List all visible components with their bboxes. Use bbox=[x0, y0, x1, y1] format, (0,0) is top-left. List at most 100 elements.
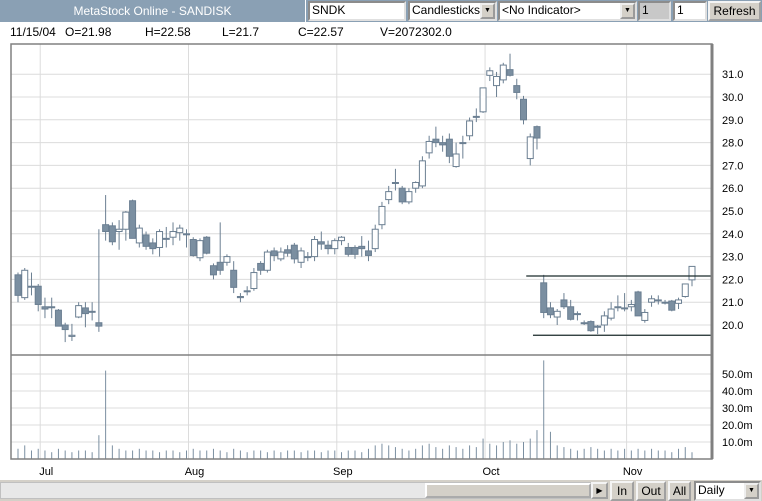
candle bbox=[654, 295, 662, 305]
candle bbox=[600, 311, 608, 332]
info-close: C=22.57 bbox=[298, 25, 344, 39]
candle bbox=[398, 185, 406, 205]
candle-body bbox=[600, 315, 608, 326]
chart-type-select[interactable]: Candlesticks ▼ bbox=[408, 1, 497, 21]
window-title: MetaStock Online - SANDISK bbox=[0, 0, 306, 22]
indicator-select[interactable]: <No Indicator> ▼ bbox=[498, 1, 637, 21]
candle bbox=[627, 299, 635, 312]
candle bbox=[135, 224, 143, 248]
candle bbox=[297, 247, 305, 268]
candle-body bbox=[358, 245, 366, 250]
param-input-2[interactable]: 1 bbox=[673, 1, 707, 21]
candle bbox=[149, 238, 157, 255]
symbol-input[interactable]: SNDK bbox=[308, 1, 406, 21]
candle-body bbox=[156, 231, 164, 248]
candle-body bbox=[34, 285, 42, 305]
candle-body bbox=[506, 69, 514, 76]
refresh-button[interactable]: Refresh bbox=[708, 1, 761, 21]
candle bbox=[445, 133, 453, 164]
candle-body bbox=[526, 136, 534, 160]
candle-body bbox=[61, 324, 69, 331]
candle-body bbox=[439, 142, 447, 146]
candle bbox=[459, 135, 467, 159]
candle bbox=[162, 226, 170, 248]
candle-body bbox=[661, 301, 669, 304]
candle-body bbox=[169, 231, 177, 238]
candle bbox=[412, 181, 420, 193]
candle bbox=[129, 199, 137, 239]
chevron-down-icon[interactable]: ▼ bbox=[744, 483, 759, 499]
candle-body bbox=[654, 299, 662, 302]
price-tick-label: 31.0 bbox=[722, 69, 743, 81]
candle bbox=[324, 240, 332, 255]
candle-body bbox=[499, 64, 507, 81]
period-select[interactable]: Daily ▼ bbox=[694, 481, 761, 501]
candle bbox=[257, 261, 265, 275]
candle-body bbox=[122, 211, 130, 230]
candle bbox=[81, 302, 89, 328]
month-label: Oct bbox=[482, 466, 499, 478]
candle-body bbox=[648, 298, 656, 303]
scrollbar-thumb[interactable] bbox=[425, 483, 591, 498]
candle-body bbox=[378, 205, 386, 226]
volume-tick-label: 40.0m bbox=[722, 386, 753, 398]
candle bbox=[270, 247, 278, 262]
candle-body bbox=[675, 299, 683, 304]
candle bbox=[169, 222, 177, 246]
candle-body bbox=[668, 300, 676, 311]
volume-tick-label: 50.0m bbox=[722, 369, 753, 381]
candle bbox=[122, 211, 130, 241]
chart-area[interactable]: 20.0 21.0 22.0 23.0 24.0 25.0 26.0 27.0 28.0 29.0… bbox=[0, 40, 762, 480]
candle bbox=[540, 274, 548, 319]
candle-body bbox=[641, 311, 649, 321]
zoom-in-button[interactable]: In bbox=[610, 481, 634, 501]
candle-body bbox=[445, 138, 453, 157]
candle-body bbox=[432, 138, 440, 144]
scroll-right-arrow-icon[interactable]: ▶ bbox=[591, 482, 608, 499]
candle-body bbox=[284, 249, 292, 254]
candle bbox=[156, 229, 164, 257]
price-volume-chart[interactable]: 20.0 21.0 22.0 23.0 24.0 25.0 26.0 27.0 28.0 29.0… bbox=[0, 40, 762, 480]
candle bbox=[405, 188, 413, 205]
chevron-down-icon[interactable]: ▼ bbox=[480, 3, 495, 19]
candle bbox=[567, 299, 575, 321]
candle-body bbox=[553, 310, 561, 318]
candle bbox=[88, 302, 96, 321]
param-input-1[interactable]: 1 bbox=[638, 1, 671, 21]
volume-tick-label: 20.0m bbox=[722, 420, 753, 432]
show-all-button[interactable]: All bbox=[668, 481, 691, 501]
candle-body bbox=[243, 290, 251, 293]
candle bbox=[432, 126, 440, 148]
candle bbox=[61, 322, 69, 343]
price-tick-label: 30.0 bbox=[722, 92, 743, 104]
candle bbox=[634, 290, 642, 317]
candle-body bbox=[324, 244, 332, 250]
price-tick-label: 22.0 bbox=[722, 274, 743, 286]
candle bbox=[75, 302, 83, 319]
candle bbox=[223, 254, 231, 266]
zoom-out-button[interactable]: Out bbox=[636, 481, 666, 501]
candle bbox=[236, 293, 244, 303]
candle bbox=[520, 95, 527, 125]
candle-body bbox=[189, 239, 197, 256]
candle-body bbox=[344, 246, 352, 255]
candle bbox=[21, 268, 29, 300]
candle-body bbox=[398, 187, 406, 203]
candle bbox=[290, 242, 298, 264]
candle-body bbox=[317, 241, 325, 245]
candle-body bbox=[142, 234, 150, 247]
info-open: O=21.98 bbox=[65, 25, 112, 39]
candle bbox=[573, 311, 581, 321]
candle-body bbox=[513, 85, 521, 93]
candle-body bbox=[290, 244, 298, 260]
chevron-down-icon[interactable]: ▼ bbox=[620, 3, 635, 19]
month-label: Aug bbox=[185, 466, 205, 478]
candle-body bbox=[472, 115, 480, 118]
candle-body bbox=[250, 272, 258, 290]
candle bbox=[203, 236, 211, 255]
candle bbox=[48, 297, 56, 319]
candle bbox=[587, 320, 595, 332]
candle bbox=[499, 62, 507, 84]
candle-body bbox=[41, 306, 49, 310]
candle-body bbox=[331, 240, 339, 250]
